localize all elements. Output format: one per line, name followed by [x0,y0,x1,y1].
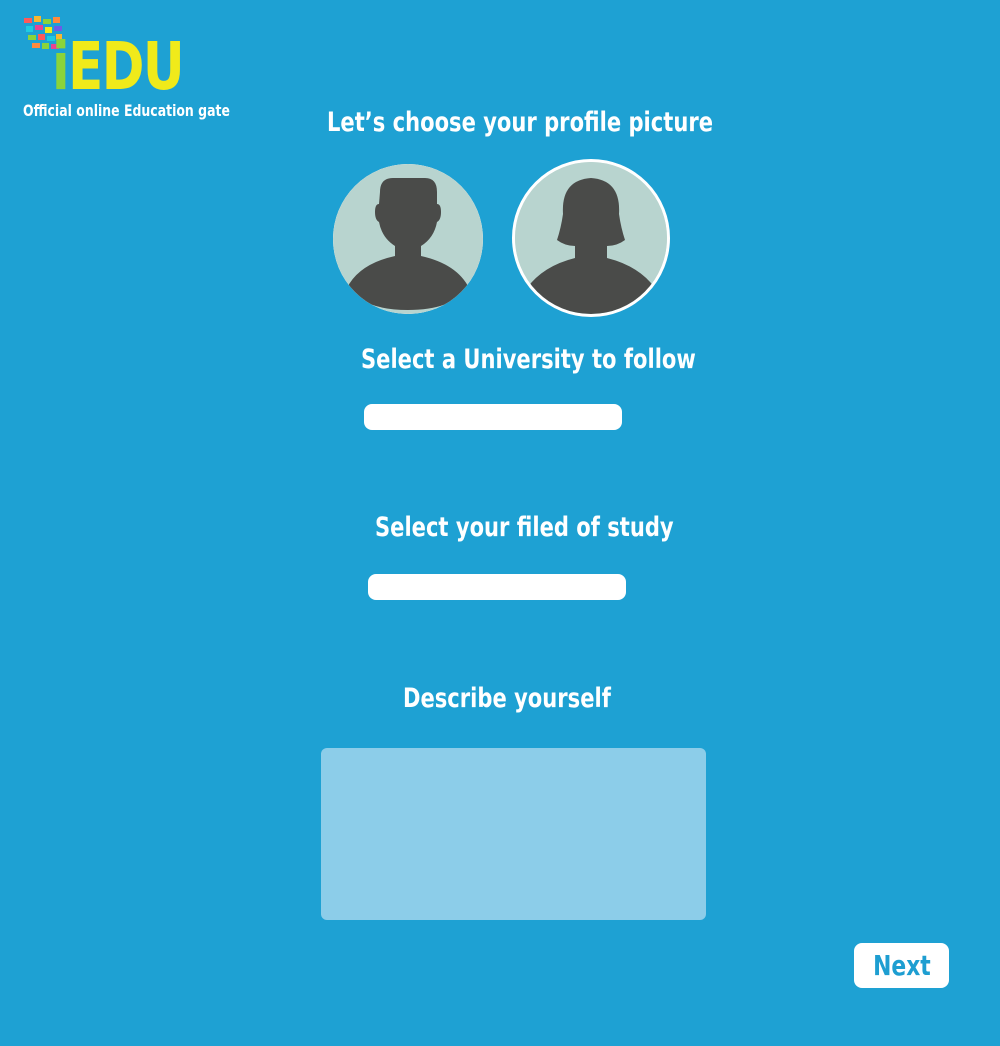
brand-logo: iEDU Official online Education gate [22,14,230,124]
male-avatar-option[interactable] [333,164,483,314]
describe-yourself-heading: Describe yourself [403,683,611,714]
brand-name: iEDU [52,28,185,105]
male-avatar-icon [333,164,483,314]
field-of-study-select-input[interactable] [368,574,626,600]
female-avatar-option[interactable] [512,159,670,317]
profile-picture-heading: Let’s choose your profile picture [327,107,713,138]
describe-yourself-textarea[interactable] [321,748,706,920]
university-heading: Select a University to follow [361,344,696,375]
field-of-study-heading: Select your filed of study [375,512,674,543]
female-avatar-icon [515,162,667,314]
next-button[interactable]: Next [854,943,949,988]
brand-tagline: Official online Education gate [23,101,230,120]
university-select-input[interactable] [364,404,622,430]
